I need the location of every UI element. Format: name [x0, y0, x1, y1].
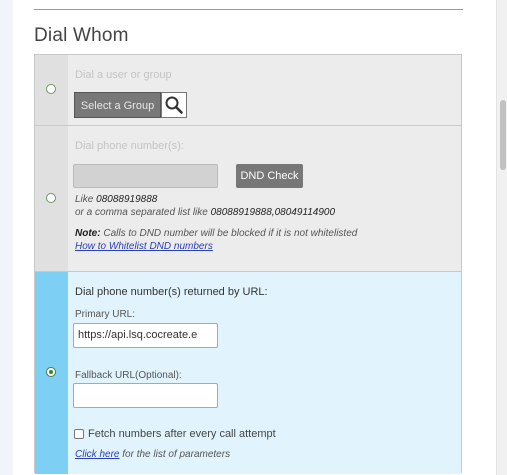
click-here-link[interactable]: Click here: [75, 449, 119, 460]
scrollbar[interactable]: [496, 0, 507, 475]
option-heading: Dial phone number(s) returned by URL:: [75, 286, 268, 298]
like-example: 08088919888: [96, 194, 158, 205]
fallback-url-label: Fallback URL(Optional):: [75, 370, 182, 381]
search-icon: [165, 96, 183, 114]
list-example: 08088919888,08049114900: [210, 207, 336, 218]
search-button[interactable]: [161, 92, 187, 118]
divider: [34, 9, 463, 10]
radio-column: [35, 55, 68, 125]
like-prefix: Like: [75, 194, 94, 205]
list-hint: or a comma separated list like 080889198…: [75, 207, 335, 218]
like-hint: Like 08088919888: [75, 194, 157, 205]
list-prefix: or a comma separated list like: [75, 207, 208, 218]
radio-column: [35, 272, 68, 474]
dnd-check-button[interactable]: DND Check: [236, 164, 303, 188]
option-user-group[interactable]: Dial a user or group Select a Group: [35, 55, 461, 126]
radio-url[interactable]: [46, 367, 56, 377]
scroll-thumb[interactable]: [500, 100, 506, 170]
select-group-button[interactable]: Select a Group: [74, 92, 161, 118]
parameters-hint: Click here for the list of parameters: [75, 449, 230, 460]
primary-url-label: Primary URL:: [75, 309, 136, 320]
fallback-url-input[interactable]: [73, 383, 218, 408]
dial-options: Dial a user or group Select a Group Dial…: [34, 54, 462, 474]
note-text: Calls to DND number will be blocked if i…: [103, 228, 358, 239]
option-phone[interactable]: Dial phone number(s): DND Check Like 080…: [35, 126, 461, 272]
option-label: Dial a user or group: [75, 69, 172, 81]
dnd-note: Note: Calls to DND number will be blocke…: [75, 228, 357, 239]
phone-number-input[interactable]: [73, 164, 218, 188]
parameters-text: for the list of parameters: [122, 449, 231, 460]
radio-user-group[interactable]: [46, 84, 56, 94]
primary-url-input[interactable]: https://api.lsq.cocreate.e: [73, 323, 218, 348]
option-url[interactable]: Dial phone number(s) returned by URL: Pr…: [35, 272, 461, 474]
note-label: Note:: [75, 228, 101, 239]
radio-phone[interactable]: [46, 193, 56, 203]
fetch-numbers-checkbox[interactable]: [74, 429, 84, 439]
fetch-numbers-label: Fetch numbers after every call attempt: [88, 428, 276, 440]
section-title: Dial Whom: [34, 25, 129, 46]
whitelist-link[interactable]: How to Whitelist DND numbers: [75, 241, 213, 252]
radio-column: [35, 126, 68, 271]
option-label: Dial phone number(s):: [75, 140, 184, 152]
